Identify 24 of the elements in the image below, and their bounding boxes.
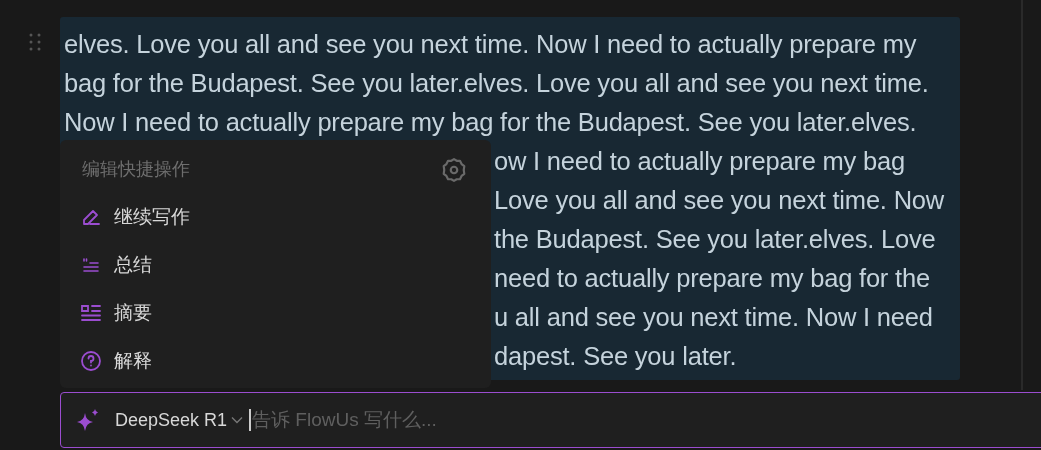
model-dropdown[interactable]: DeepSeek R1: [115, 406, 244, 434]
menu-title: 编辑快捷操作: [82, 158, 190, 181]
drag-handle-icon[interactable]: [29, 33, 41, 51]
question-icon: [80, 350, 102, 372]
text-line: need to actually prepare my bag for the: [494, 263, 930, 294]
text-line: u all and see you next time. Now I need: [494, 302, 933, 333]
text-line: the Budapest. See you later.elves. Love: [494, 224, 936, 255]
pencil-icon: [81, 207, 101, 227]
text-block-icon: [80, 303, 102, 323]
chevron-down-icon: [231, 416, 244, 424]
text-line: ow I need to actually prepare my bag: [494, 146, 905, 177]
text-line: bag for the Budapest. See you later.elves. Love you all and see you next time.: [64, 68, 929, 99]
text-line: elves. Love you all and see you next time. Now I need to actually prepare my: [64, 29, 917, 60]
text-line: Now I need to actually prepare my bag for the Budapest. See you later.elves.: [64, 107, 917, 138]
menu-item[interactable]: 继续写作: [80, 193, 469, 241]
menu-item[interactable]: 解释: [80, 337, 469, 385]
quote-lines-icon: [81, 255, 101, 275]
settings-icon[interactable]: [441, 156, 467, 183]
menu-item[interactable]: 摘要: [80, 289, 469, 337]
caret-cursor: [249, 409, 252, 431]
text-line: dapest. See you later.: [494, 341, 737, 372]
menu-item[interactable]: 总结: [80, 241, 469, 289]
text-line: Love you all and see you next time. Now: [494, 185, 945, 216]
ai-prompt-field[interactable]: DeepSeek R1 告诉 FlowUs 写什么...: [60, 392, 1041, 448]
